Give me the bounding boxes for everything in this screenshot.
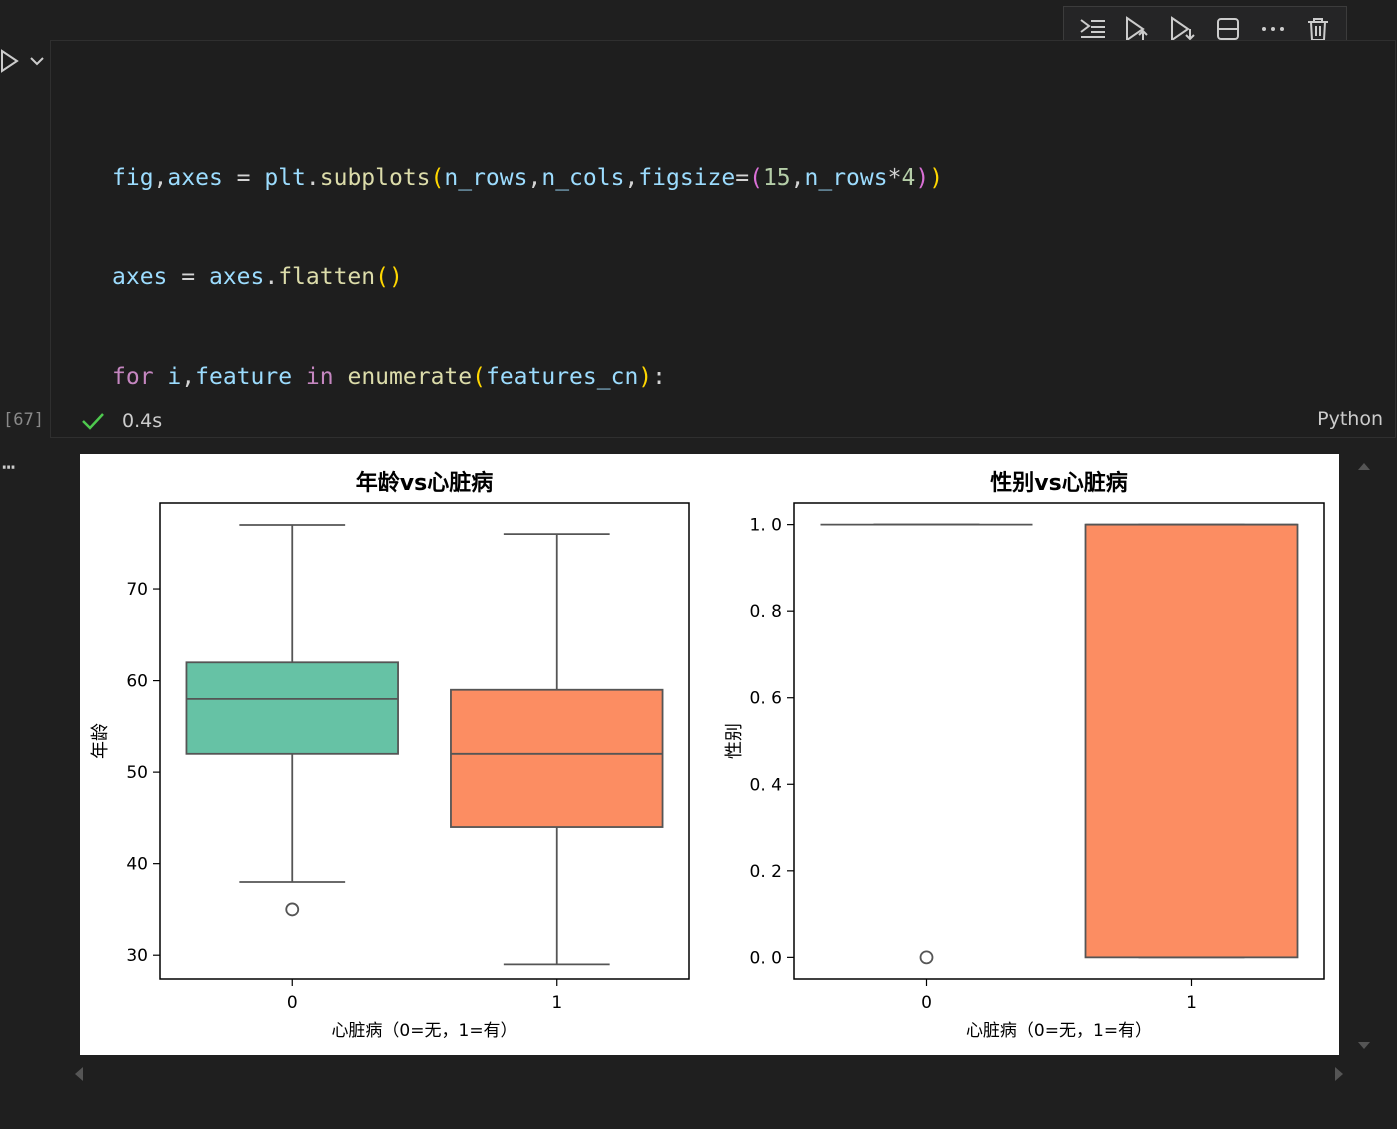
run-icon (0, 49, 19, 73)
execution-time: 0.4s (122, 410, 163, 432)
scroll-right-icon[interactable] (1332, 1065, 1346, 1083)
box (1084, 523, 1299, 959)
y-axis-label: 年龄 (90, 723, 111, 759)
box (185, 661, 399, 755)
execution-count: [67] (3, 410, 44, 430)
output-more-icon[interactable]: ⋯ (2, 455, 16, 480)
run-cell-button[interactable] (0, 44, 50, 78)
boxplot-figure: 30 40 50 60 70 0 1 年龄vs心脏病心脏病（0=无，1=有） 年龄 0. 0 0. … (90, 470, 1325, 1041)
y-axis-label: 性别 (724, 723, 745, 759)
cell-output: 30 40 50 60 70 0 1 年龄vs心脏病心脏病（0=无，1=有） 年龄 0. 0 0. … (80, 454, 1339, 1055)
y-tick-label: 60 (126, 672, 148, 692)
x-tick-label: 0 (921, 993, 932, 1013)
box (450, 688, 664, 828)
outlier-point (919, 950, 934, 965)
y-tick-label: 1. 0 (750, 516, 782, 536)
y-tick-label: 50 (126, 763, 148, 783)
y-tick-label: 0. 6 (750, 689, 782, 709)
x-tick-label: 1 (551, 993, 562, 1013)
code-line: axes = axes.flatten() (112, 264, 403, 291)
y-tick-label: 0. 4 (750, 775, 782, 795)
x-tick-label: 1 (1186, 993, 1197, 1013)
x-axis-label: 心脏病（0=无，1=有） (331, 1021, 517, 1041)
execution-status: 0.4s (80, 406, 162, 436)
y-tick-label: 40 (126, 855, 148, 875)
chart-title: 性别vs心脏病 (990, 470, 1127, 496)
y-tick-label: 70 (126, 580, 148, 600)
x-tick-label: 0 (287, 993, 298, 1013)
y-tick-label: 30 (126, 946, 148, 966)
chevron-down-icon (30, 57, 44, 66)
x-axis-label: 心脏病（0=无，1=有） (966, 1021, 1152, 1041)
outlier-point (285, 902, 300, 917)
y-tick-label: 0. 2 (750, 862, 782, 882)
scroll-down-icon[interactable] (1356, 1040, 1372, 1052)
code-line: for i,feature in enumerate(features_cn): (112, 364, 667, 391)
scroll-up-icon[interactable] (1356, 460, 1372, 472)
scroll-left-icon[interactable] (72, 1065, 86, 1083)
y-tick-label: 0. 8 (750, 602, 782, 622)
chart-title: 年龄vs心脏病 (356, 470, 493, 496)
y-tick-label: 0. 0 (750, 948, 782, 968)
code-line: fig,axes = plt.subplots(n_rows,n_cols,fi… (112, 164, 944, 191)
language-indicator[interactable]: Python (1317, 408, 1383, 430)
check-icon (82, 413, 104, 430)
